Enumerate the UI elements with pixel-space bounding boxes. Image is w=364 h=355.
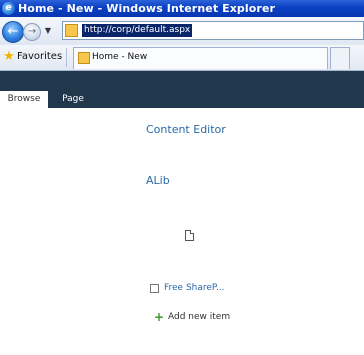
tab-browse[interactable]: Browse <box>0 91 48 108</box>
title-bar: e Home - New - Windows Internet Explorer <box>0 0 364 17</box>
content-editor-title[interactable]: Content Editor <box>146 123 226 136</box>
item-checkbox[interactable] <box>150 283 159 293</box>
alib-title[interactable]: ALib <box>146 174 170 187</box>
forward-button[interactable]: → <box>23 23 41 41</box>
recent-pages-dropdown[interactable]: ▼ <box>43 25 53 37</box>
url-text: http://corp/default.aspx <box>82 24 193 37</box>
new-tab-button[interactable] <box>330 47 350 69</box>
back-arrow-icon: ← <box>7 24 19 39</box>
plus-icon: + <box>154 309 165 324</box>
toolbar-divider <box>66 48 67 67</box>
browser-tab-home[interactable]: Home - New <box>73 47 328 69</box>
add-new-item-link[interactable]: Add new item <box>168 312 230 322</box>
chevron-down-icon: ▼ <box>44 26 52 35</box>
ribbon-bar: Browse Page <box>0 71 364 108</box>
window-title: Home - New - Windows Internet Explorer <box>18 2 276 15</box>
forward-arrow-icon: → <box>27 26 37 37</box>
list-item: Free ShareP... <box>150 282 225 294</box>
favorites-star-icon[interactable]: ★ <box>2 50 16 64</box>
tab-page[interactable]: Page <box>55 91 91 108</box>
add-new-item-row[interactable]: + Add new item <box>154 310 230 323</box>
page-icon <box>65 24 78 37</box>
document-icon <box>185 230 194 241</box>
page-icon <box>78 52 90 64</box>
favorites-bar: ★ Favorites Home - New <box>0 45 364 71</box>
favorites-button[interactable]: Favorites <box>17 51 62 62</box>
ie-icon: e <box>2 2 15 15</box>
back-button[interactable]: ← <box>2 21 24 43</box>
list-item-link[interactable]: Free ShareP... <box>164 283 225 293</box>
tab-label: Home - New <box>92 52 148 62</box>
address-bar: ← → ▼ http://corp/default.aspx <box>0 17 364 46</box>
url-input[interactable]: http://corp/default.aspx <box>62 21 364 40</box>
